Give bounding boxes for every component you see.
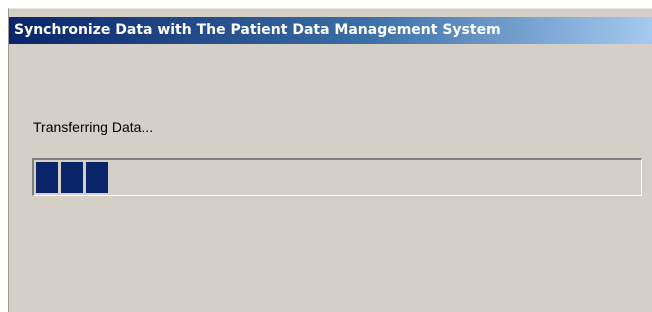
progress-block [86, 162, 108, 193]
window-title: Synchronize Data with The Patient Data M… [14, 22, 501, 38]
window-title-bar[interactable]: Synchronize Data with The Patient Data M… [9, 17, 652, 44]
progress-fill [36, 162, 114, 193]
progress-block [36, 162, 58, 193]
progress-bar [32, 158, 642, 196]
sync-dialog-window: Synchronize Data with The Patient Data M… [8, 8, 652, 312]
progress-block [61, 162, 83, 193]
progress-track [36, 162, 639, 193]
status-label: Transferring Data... [33, 119, 154, 135]
